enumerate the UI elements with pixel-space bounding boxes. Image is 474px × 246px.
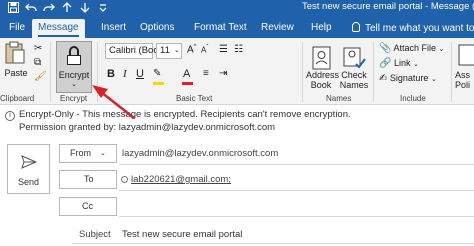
annotation-arrow: [92, 85, 135, 119]
